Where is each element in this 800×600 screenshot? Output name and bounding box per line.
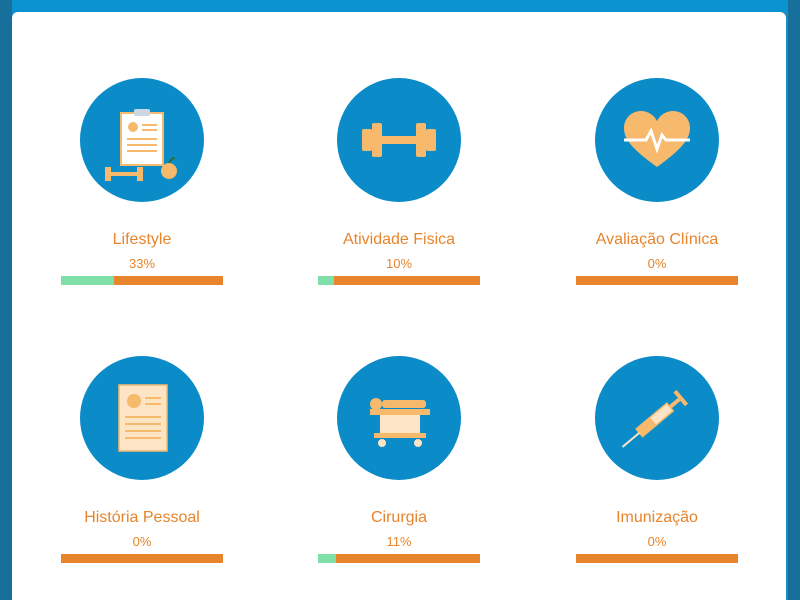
category-label: Cirurgia (370, 509, 427, 526)
progress-bar (576, 554, 738, 563)
category-lifestyle[interactable]: Lifestyle 33% (42, 78, 242, 308)
category-avaliacao-clinica[interactable]: Avaliação Clínica 0% (557, 78, 757, 308)
right-frame (788, 0, 800, 600)
category-percent: 0% (647, 534, 667, 549)
progress-bar (61, 554, 223, 563)
category-label: Lifestyle (112, 231, 172, 248)
category-atividade-fisica[interactable]: Atividade Fisica 10% (299, 78, 499, 308)
categories-grid: Lifestyle 33% Atividade Fisica 10% Avali… (12, 12, 786, 600)
dumbbell-icon (362, 123, 436, 157)
category-imunizacao[interactable]: Imunização 0% (557, 356, 757, 586)
historia-icon-circle (80, 356, 204, 480)
category-percent: 10% (385, 256, 413, 271)
surgery-bed-icon (370, 398, 430, 447)
category-label: Imunização (616, 509, 698, 526)
atividade-icon-circle (337, 78, 461, 202)
cirurgia-icon-circle (337, 356, 461, 480)
progress-fill (61, 276, 115, 285)
imunizacao-icon-circle (595, 356, 719, 480)
lifestyle-icon-circle (80, 78, 204, 202)
progress-fill (318, 276, 335, 285)
category-percent: 0% (132, 534, 152, 549)
progress-fill (318, 554, 336, 563)
progress-bar (576, 276, 738, 285)
category-percent: 0% (647, 256, 667, 271)
category-label: Avaliação Clínica (595, 231, 719, 248)
top-frame (0, 0, 800, 12)
category-percent: 11% (386, 534, 412, 549)
heart-pulse-icon (624, 111, 690, 167)
avaliacao-icon-circle (595, 78, 719, 202)
category-cirurgia[interactable]: Cirurgia 11% (299, 356, 499, 586)
progress-bar (318, 276, 480, 285)
category-label: Atividade Fisica (342, 231, 456, 248)
left-frame (0, 0, 12, 600)
category-label: História Pessoal (84, 509, 200, 526)
syringe-icon (621, 389, 689, 448)
category-percent: 33% (128, 256, 156, 271)
clipboard-fitness-icon (105, 109, 177, 181)
categories-card: Lifestyle 33% Atividade Fisica 10% Avali… (12, 12, 786, 600)
progress-bar (318, 554, 480, 563)
document-icon (118, 384, 168, 452)
category-historia-pessoal[interactable]: História Pessoal 0% (42, 356, 242, 586)
progress-bar (61, 276, 223, 285)
